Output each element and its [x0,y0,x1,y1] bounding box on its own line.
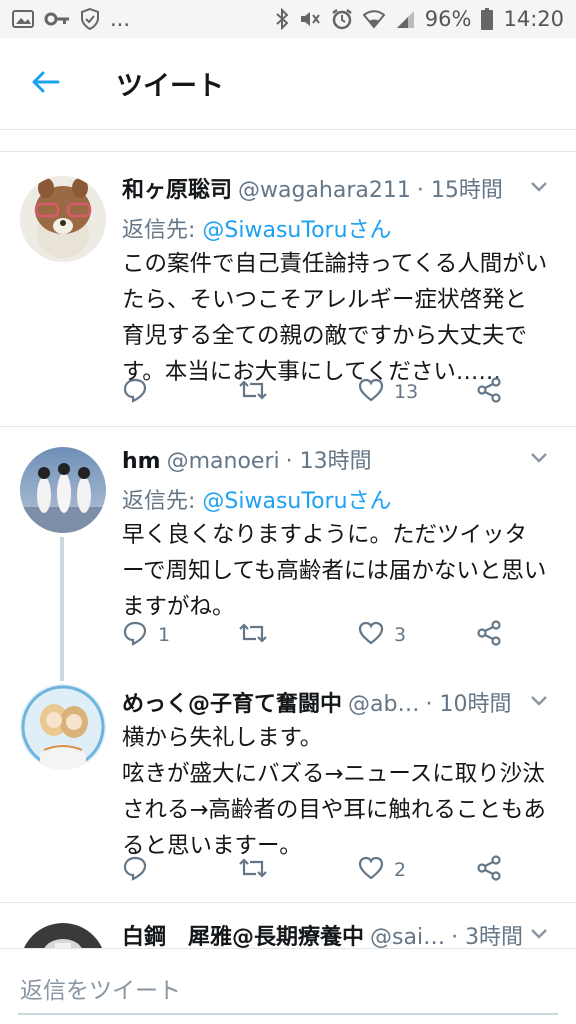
reply-composer[interactable]: 返信をツイート [0,948,576,1024]
avatar[interactable] [20,684,106,770]
timestamp[interactable]: · 15時間 [417,172,503,204]
chevron-down-icon[interactable] [530,692,548,711]
battery-percent: 96% [424,7,472,31]
like-button[interactable]: 3 [358,621,406,650]
heart-icon [358,621,384,650]
timestamp[interactable]: · 13時間 [286,443,372,475]
user-handle[interactable]: @manoeri [167,449,280,474]
battery-icon [481,8,494,30]
bluetooth-icon [275,8,289,30]
avatar-group-photo [20,447,106,533]
heart-icon [358,378,384,407]
reply-button[interactable]: 1 [122,620,170,651]
share-button[interactable] [476,619,502,651]
reply-button[interactable] [122,855,158,886]
retweet-button[interactable] [238,856,278,885]
like-count: 3 [394,624,407,646]
back-button[interactable] [0,38,90,130]
retweet-icon [238,621,268,650]
mute-icon [299,9,321,29]
timestamp[interactable]: · 10時間 [425,686,511,718]
chevron-down-icon[interactable] [530,449,548,468]
tweet-text: 横から失礼します。 呟きが盛大にバズる→ニュースに取り沙汰される→高齢者の目や耳… [122,725,546,859]
app-bar: ツイート [0,38,576,130]
timestamp[interactable]: · 3時間 [451,919,523,948]
wifi-icon [362,9,385,29]
display-name[interactable]: 和ヶ原聡司 [122,172,232,204]
avatar-dark-image [20,923,106,948]
image-icon [12,9,34,29]
display-name[interactable]: hm [122,449,161,474]
retweet-icon [238,378,268,407]
status-bar: ... 96% 14:20 [0,0,576,38]
tweet[interactable]: めっく@子育て奮闘中 @ab… · 10時間 横から失礼します。 呟きが盛大にバ… [0,672,576,900]
avatar-illustration [20,684,106,770]
user-handle[interactable]: @ab… [348,692,419,717]
page-title: ツイート [116,71,224,102]
signal-icon [395,9,415,29]
display-name[interactable]: めっく@子育て奮闘中 [122,686,342,718]
tweet[interactable]: 和ヶ原聡司 @wagahara211 · 15時間 返信先: @SiwasuTo… [0,152,576,426]
user-handle[interactable]: @wagahara211 [238,178,411,203]
user-handle[interactable]: @sai… [370,925,445,948]
avatar[interactable] [20,447,106,533]
like-button[interactable]: 13 [358,378,418,407]
reply-icon [122,620,148,651]
tweet-header: めっく@子育て奮闘中 @ab… · 10時間 [122,686,548,720]
display-name[interactable]: 白鋼 犀雅@長期療養中 [122,919,364,948]
tweet[interactable]: 白鋼 犀雅@長期療養中 @sai… · 3時間 [0,903,576,948]
like-count: 2 [394,859,407,881]
reply-mention-link[interactable]: @SiwasuToruさん [202,489,391,514]
retweet-button[interactable] [238,378,278,407]
share-button[interactable] [476,854,502,886]
tweet-actions: 2 [122,852,542,888]
reply-prefix: 返信先: [122,218,203,243]
alarm-icon [331,8,353,30]
reply-context: 返信先: @SiwasuToruさん [122,212,548,244]
share-icon [476,619,502,651]
chevron-down-icon[interactable] [530,178,548,197]
key-icon [44,11,70,27]
tweet-text: 早く良くなりますように。ただツイッターで周知しても高齢者には届かないと思いますが… [122,522,547,620]
shield-icon [80,8,100,30]
like-button[interactable]: 2 [358,856,406,885]
avatar-plush-image [20,176,106,262]
share-icon [476,854,502,886]
reply-prefix: 返信先: [122,489,203,514]
status-more: ... [110,7,131,31]
reply-icon [122,855,148,886]
avatar[interactable] [20,176,106,262]
arrow-left-icon [30,70,60,98]
reply-input[interactable]: 返信をツイート [20,971,181,1005]
chevron-down-icon[interactable] [530,925,548,944]
share-icon [476,376,502,408]
reply-mention-link[interactable]: @SiwasuToruさん [202,218,391,243]
like-count: 13 [394,381,419,403]
tweet-actions: 13 [122,374,542,410]
thread-connector [60,537,64,681]
tweet[interactable]: hm @manoeri · 13時間 返信先: @SiwasuToruさん 早く… [0,427,576,681]
clock: 14:20 [503,7,564,31]
tweet-header: 和ヶ原聡司 @wagahara211 · 15時間 [122,172,548,206]
reply-context: 返信先: @SiwasuToruさん [122,483,548,515]
share-button[interactable] [476,376,502,408]
reply-button[interactable] [122,377,158,408]
tweet-header: 白鋼 犀雅@長期療養中 @sai… · 3時間 [122,919,548,948]
avatar[interactable] [20,923,106,948]
tweet-actions: 1 3 [122,617,542,653]
retweet-icon [238,856,268,885]
retweet-button[interactable] [238,621,278,650]
heart-icon [358,856,384,885]
tweet-text: この案件で自己責任論持ってくる人間がいたら、そいつこそアレルギー症状啓発と育児す… [122,251,548,385]
reply-icon [122,377,148,408]
input-underline [18,1013,558,1015]
reply-count: 1 [158,624,171,646]
tweet-header: hm @manoeri · 13時間 [122,443,548,477]
